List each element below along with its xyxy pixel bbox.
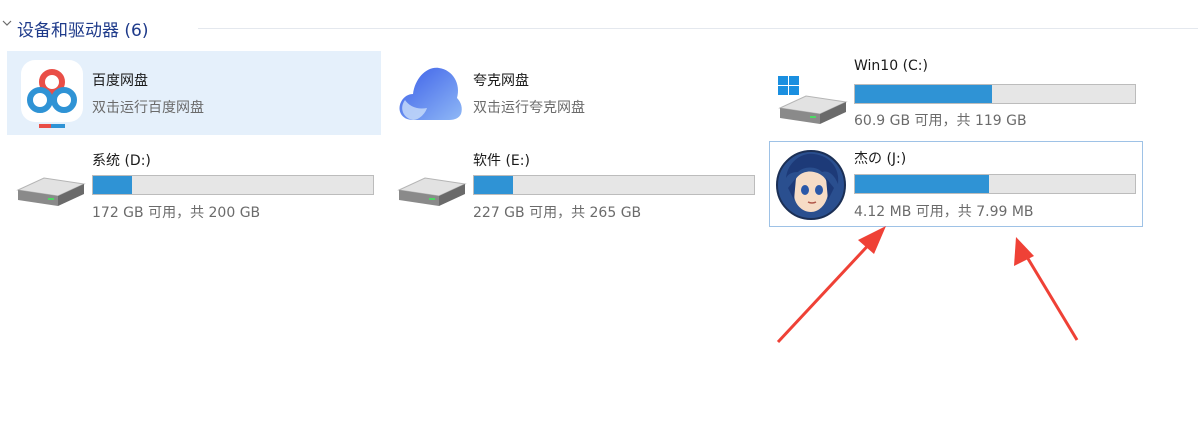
- item-name: 夸克网盘: [473, 73, 529, 89]
- item-space: 172 GB 可用，共 200 GB: [92, 205, 261, 221]
- group-title: 设备和驱动器 (6): [17, 21, 149, 41]
- item-space: 227 GB 可用，共 265 GB: [473, 205, 642, 221]
- hard-drive-icon: [397, 177, 467, 206]
- usage-bar: [473, 175, 755, 195]
- item-subtitle: 双击运行夸克网盘: [473, 100, 585, 116]
- item-space: 60.9 GB 可用，共 119 GB: [854, 113, 1027, 129]
- usage-bar-fill: [855, 175, 990, 193]
- item-name: 软件 (E:): [473, 153, 530, 169]
- usage-bar: [854, 174, 1136, 194]
- windows-drive-icon: [778, 76, 848, 124]
- tile-quark-netdisk[interactable]: 夸克网盘 双击运行夸克网盘: [388, 51, 762, 135]
- item-name: 百度网盘: [92, 73, 148, 89]
- tile-drive-e[interactable]: 软件 (E:) 227 GB 可用，共 265 GB: [388, 141, 762, 225]
- anime-avatar-drive-icon: [776, 150, 846, 220]
- usage-bar-fill: [474, 176, 514, 194]
- item-name: 系统 (D:): [92, 153, 151, 169]
- group-divider: [198, 28, 1198, 29]
- tile-baidu-netdisk[interactable]: 百度网盘 双击运行百度网盘: [7, 51, 381, 135]
- usage-bar-fill: [93, 176, 133, 194]
- tile-drive-j[interactable]: 杰の (J:) 4.12 MB 可用，共 7.99 MB: [769, 141, 1143, 227]
- usage-bar: [92, 175, 374, 195]
- usage-bar-fill: [855, 85, 993, 103]
- item-name: Win10 (C:): [854, 58, 928, 74]
- annotation-arrow-left: [776, 226, 886, 344]
- item-name: 杰の (J:): [854, 151, 907, 167]
- annotation-arrow-right: [1014, 237, 1079, 341]
- tile-drive-d[interactable]: 系统 (D:) 172 GB 可用，共 200 GB: [7, 141, 381, 225]
- devices-and-drives-group-header[interactable]: 设备和驱动器 (6): [0, 14, 1198, 42]
- chevron-down-icon[interactable]: [2, 18, 12, 28]
- usage-bar: [854, 84, 1136, 104]
- quark-cloud-icon: [399, 67, 462, 120]
- hard-drive-icon: [16, 177, 86, 206]
- tile-drive-c[interactable]: Win10 (C:) 60.9 GB 可用，共 119 GB: [769, 51, 1143, 135]
- item-space: 4.12 MB 可用，共 7.99 MB: [854, 204, 1034, 220]
- baidu-netdisk-icon: [21, 60, 83, 128]
- item-subtitle: 双击运行百度网盘: [92, 100, 204, 116]
